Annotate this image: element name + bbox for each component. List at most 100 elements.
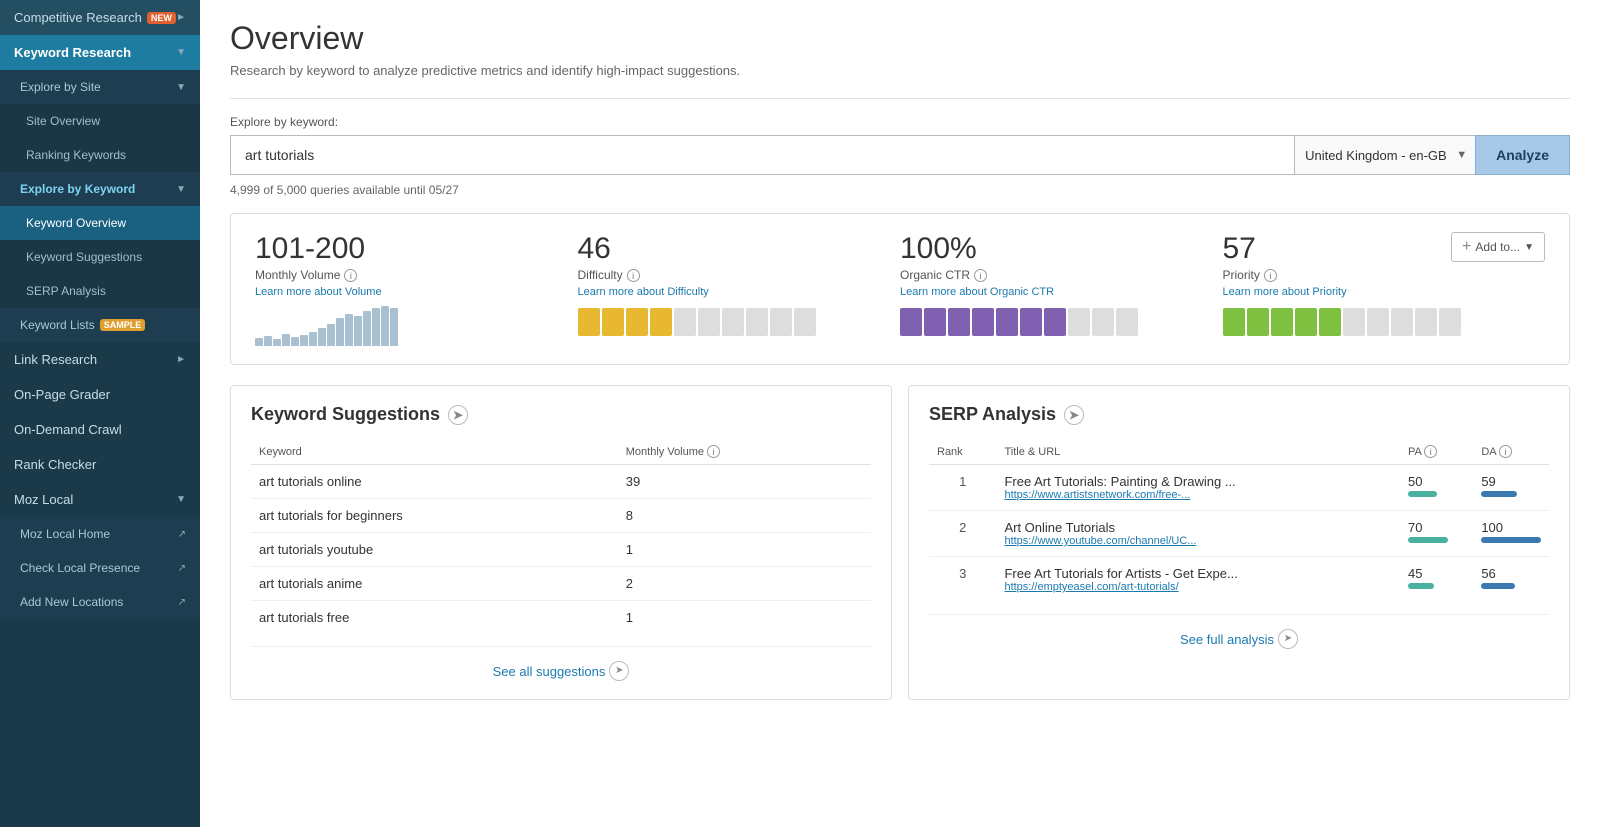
ctr-block-filled <box>972 308 994 336</box>
sidebar-item-on-page-grader[interactable]: On-Page Grader <box>0 377 200 412</box>
info-icon[interactable]: i <box>1264 269 1277 282</box>
spark-bar <box>327 324 335 346</box>
da-bar <box>1481 537 1541 543</box>
spark-bar <box>363 311 371 346</box>
new-badge: NEW <box>147 12 176 24</box>
see-full-analysis-link[interactable]: See full analysis ➤ <box>1180 629 1298 649</box>
spark-bar <box>300 335 308 346</box>
sidebar-item-label: Site Overview <box>26 114 100 128</box>
search-label: Explore by keyword: <box>230 115 1570 129</box>
kw-keyword: art tutorials free <box>251 601 618 635</box>
pa-bar <box>1408 491 1437 497</box>
spark-bar <box>336 318 344 346</box>
sidebar-item-add-new-locations[interactable]: Add New Locations ↗ <box>0 585 200 619</box>
priority-block-empty <box>1439 308 1461 336</box>
sidebar-item-ranking-keywords[interactable]: Ranking Keywords <box>0 138 200 172</box>
chevron-right-icon: ▼ <box>176 184 186 195</box>
difficulty-value: 46 <box>578 232 901 266</box>
sidebar-item-serp-analysis[interactable]: SERP Analysis <box>0 274 200 308</box>
info-icon[interactable]: i <box>974 269 987 282</box>
see-all-suggestions-link[interactable]: See all suggestions ➤ <box>493 661 630 681</box>
da-bar <box>1481 491 1516 497</box>
spark-bar <box>273 339 281 346</box>
monthly-volume-label: Monthly Volume i <box>255 268 578 282</box>
diff-block-empty <box>722 308 744 336</box>
organic-ctr-label: Organic CTR i <box>900 268 1223 282</box>
sidebar-item-moz-local-home[interactable]: Moz Local Home ↗ <box>0 517 200 551</box>
serp-url-link[interactable]: https://emptyeasel.com/art-tutorials/ <box>1004 581 1244 593</box>
monthly-volume-value: 101-200 <box>255 232 578 266</box>
search-row: United Kingdom - en-GB United States - e… <box>230 135 1570 175</box>
sidebar-item-moz-local[interactable]: Moz Local ▼ <box>0 482 200 517</box>
serp-col-title-url: Title & URL <box>996 439 1400 465</box>
spark-bar <box>309 332 317 346</box>
sidebar-item-on-demand-crawl[interactable]: On-Demand Crawl <box>0 412 200 447</box>
kw-keyword: art tutorials for beginners <box>251 499 618 533</box>
external-link-icon: ↗ <box>178 529 186 540</box>
sidebar-item-explore-by-site[interactable]: Explore by Site ▼ <box>0 70 200 104</box>
keyword-search-input[interactable] <box>230 135 1294 175</box>
circle-arrow-icon: ➤ <box>609 661 629 681</box>
sidebar-item-explore-by-keyword[interactable]: Explore by Keyword ▼ <box>0 172 200 206</box>
serp-url-link[interactable]: https://www.artistsnetwork.com/free-... <box>1004 489 1244 501</box>
table-row: 3 Free Art Tutorials for Artists - Get E… <box>929 557 1549 603</box>
kw-keyword: art tutorials anime <box>251 567 618 601</box>
sidebar-item-label: Moz Local Home <box>20 527 110 541</box>
priority-block-empty <box>1415 308 1437 336</box>
priority-block-empty <box>1367 308 1389 336</box>
serp-rank: 1 <box>929 465 996 511</box>
organic-ctr-learn-more[interactable]: Learn more about Organic CTR <box>900 286 1223 298</box>
table-row: art tutorials anime 2 <box>251 567 871 601</box>
main-content: Overview Research by keyword to analyze … <box>200 0 1600 827</box>
sidebar-item-label: Rank Checker <box>14 457 96 472</box>
sidebar-item-check-local-presence[interactable]: Check Local Presence ↗ <box>0 551 200 585</box>
circle-arrow-icon[interactable]: ➤ <box>1064 405 1084 425</box>
serp-title-url: Art Online Tutorials https://www.youtube… <box>996 511 1400 557</box>
diff-block-empty <box>674 308 696 336</box>
analyze-button[interactable]: Analyze <box>1475 135 1570 175</box>
add-to-button[interactable]: + Add to... ▼ <box>1451 232 1545 262</box>
sidebar-item-label: Competitive Research <box>14 10 142 25</box>
sidebar-item-label: Ranking Keywords <box>26 148 126 162</box>
info-icon[interactable]: i <box>1424 445 1437 458</box>
pa-bar <box>1408 583 1434 589</box>
sidebar-item-label: On-Page Grader <box>14 387 110 402</box>
locale-select[interactable]: United Kingdom - en-GB United States - e… <box>1294 135 1475 175</box>
sidebar-item-label: SERP Analysis <box>26 284 106 298</box>
plus-icon: + <box>1462 238 1471 256</box>
sidebar-item-keyword-suggestions[interactable]: Keyword Suggestions <box>0 240 200 274</box>
priority-learn-more[interactable]: Learn more about Priority <box>1223 286 1347 298</box>
difficulty-learn-more[interactable]: Learn more about Difficulty <box>578 286 901 298</box>
sidebar-item-keyword-overview[interactable]: Keyword Overview <box>0 206 200 240</box>
sidebar-item-rank-checker[interactable]: Rank Checker <box>0 447 200 482</box>
serp-analysis-footer: See full analysis ➤ <box>929 614 1549 649</box>
ctr-block-filled <box>1044 308 1066 336</box>
chevron-right-icon: ► <box>176 12 186 23</box>
kw-keyword: art tutorials youtube <box>251 533 618 567</box>
sidebar-item-keyword-research[interactable]: Keyword Research ▼ <box>0 35 200 70</box>
diff-block-empty <box>794 308 816 336</box>
sidebar-item-label: Keyword Suggestions <box>26 250 142 264</box>
difficulty-blocks <box>578 308 901 336</box>
serp-pa: 50 <box>1400 465 1473 511</box>
sidebar-item-link-research[interactable]: Link Research ► <box>0 342 200 377</box>
circle-arrow-icon[interactable]: ➤ <box>448 405 468 425</box>
ctr-block-filled <box>1020 308 1042 336</box>
chevron-down-icon: ▼ <box>1524 242 1534 253</box>
info-icon[interactable]: i <box>707 445 720 458</box>
diff-block-filled <box>578 308 600 336</box>
info-icon[interactable]: i <box>1499 445 1512 458</box>
panels-row: Keyword Suggestions ➤ Keyword Monthly Vo… <box>230 385 1570 700</box>
info-icon[interactable]: i <box>627 269 640 282</box>
keyword-suggestions-table: Keyword Monthly Volume i art tutorials o… <box>251 439 871 634</box>
serp-url-link[interactable]: https://www.youtube.com/channel/UC... <box>1004 535 1244 547</box>
sidebar-item-keyword-lists[interactable]: Keyword Lists SAMPLE <box>0 308 200 342</box>
spark-bar <box>381 306 389 346</box>
sidebar-item-site-overview[interactable]: Site Overview <box>0 104 200 138</box>
sidebar-item-competitive-research[interactable]: Competitive Research NEW ► <box>0 0 200 35</box>
serp-rank: 3 <box>929 557 996 603</box>
monthly-volume-learn-more[interactable]: Learn more about Volume <box>255 286 578 298</box>
table-row: art tutorials free 1 <box>251 601 871 635</box>
info-icon[interactable]: i <box>344 269 357 282</box>
ctr-block-empty <box>1068 308 1090 336</box>
